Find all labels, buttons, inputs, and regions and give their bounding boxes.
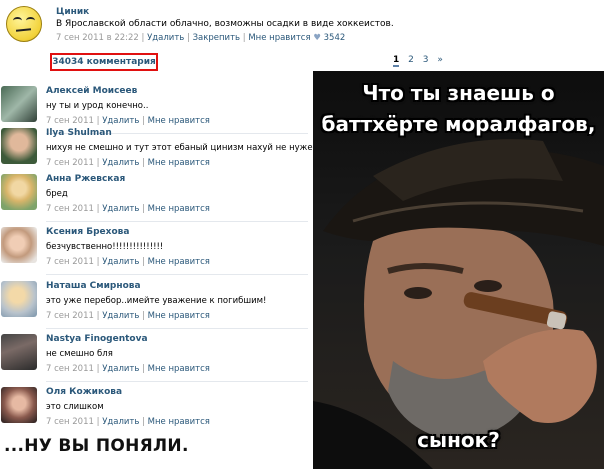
comment-meta: 7 сен 2011 | Удалить | Мне нравится bbox=[46, 417, 210, 427]
like-link[interactable]: Мне нравится bbox=[148, 158, 210, 168]
comment-author[interactable]: Ксения Брехова bbox=[46, 227, 129, 237]
comment-text: это уже перебор..имейте уважение к погиб… bbox=[46, 296, 267, 306]
post-text: В Ярославской области облачно, возможны … bbox=[56, 19, 394, 29]
divider bbox=[46, 274, 308, 275]
comment-date[interactable]: 7 сен 2011 bbox=[46, 417, 94, 427]
delete-link[interactable]: Удалить bbox=[102, 116, 139, 126]
delete-link[interactable]: Удалить bbox=[102, 204, 139, 214]
post-author[interactable]: Циник bbox=[56, 7, 89, 17]
comment-author[interactable]: Ilya Shulman bbox=[46, 128, 112, 138]
comment-meta: 7 сен 2011 | Удалить | Мне нравится bbox=[46, 311, 210, 321]
comment-text: не смешно бля bbox=[46, 349, 113, 359]
comment-meta: 7 сен 2011 | Удалить | Мне нравится bbox=[46, 158, 210, 168]
comment-date[interactable]: 7 сен 2011 bbox=[46, 311, 94, 321]
comment-meta: 7 сен 2011 | Удалить | Мне нравится bbox=[46, 257, 210, 267]
divider bbox=[46, 381, 308, 382]
meme-image: Что ты знаешь о баттхёрте моралфагов, сы… bbox=[313, 71, 604, 469]
avatar[interactable] bbox=[1, 174, 37, 210]
pagination: 1 2 3 » bbox=[393, 55, 449, 67]
next-page-link[interactable]: » bbox=[437, 55, 443, 65]
avatar[interactable] bbox=[1, 227, 37, 263]
avatar[interactable] bbox=[1, 281, 37, 317]
comment-author[interactable]: Nastya Finogentova bbox=[46, 334, 148, 344]
page-link-2[interactable]: 2 bbox=[408, 55, 414, 65]
post-date[interactable]: 7 сен 2011 в 22:22 bbox=[56, 33, 139, 43]
comment-text: это слишком bbox=[46, 402, 104, 412]
avatar[interactable] bbox=[1, 86, 37, 122]
wall-post: Циник В Ярославской области облачно, воз… bbox=[0, 0, 604, 52]
avatar[interactable] bbox=[1, 334, 37, 370]
comment-meta: 7 сен 2011 | Удалить | Мне нравится bbox=[46, 204, 210, 214]
comment-text: ну ты и урод конечно.. bbox=[46, 101, 149, 111]
like-link[interactable]: Мне нравится bbox=[148, 364, 210, 374]
avatar-eye bbox=[26, 17, 35, 24]
like-link[interactable]: Мне нравится bbox=[148, 257, 210, 267]
avatar-mouth bbox=[15, 28, 32, 32]
delete-link[interactable]: Удалить bbox=[102, 158, 139, 168]
comment-list: Алексей Моисеев ну ты и урод конечно.. 7… bbox=[0, 73, 322, 469]
page-link-3[interactable]: 3 bbox=[423, 55, 429, 65]
delete-link[interactable]: Удалить bbox=[102, 311, 139, 321]
avatar[interactable] bbox=[6, 6, 42, 42]
meme-bottom-text: сынок? bbox=[417, 428, 500, 452]
comment-author[interactable]: Алексей Моисеев bbox=[46, 86, 137, 96]
divider bbox=[46, 221, 308, 222]
heart-icon[interactable]: ♥ bbox=[313, 33, 321, 43]
divider bbox=[46, 328, 308, 329]
meme-top-text-2: баттхёрте моралфагов, bbox=[321, 112, 596, 136]
comment-author[interactable]: Анна Ржевская bbox=[46, 174, 125, 184]
comment-text: бред bbox=[46, 189, 68, 199]
comment-meta: 7 сен 2011 | Удалить | Мне нравится bbox=[46, 116, 210, 126]
comment-date[interactable]: 7 сен 2011 bbox=[46, 116, 94, 126]
meme-caption: ...НУ ВЫ ПОНЯЛИ. bbox=[4, 436, 189, 456]
like-link[interactable]: Мне нравится bbox=[148, 116, 210, 126]
like-count: 3542 bbox=[323, 33, 346, 43]
page-link-1[interactable]: 1 bbox=[393, 55, 400, 67]
like-link[interactable]: Мне нравится bbox=[148, 311, 210, 321]
post-meta: 7 сен 2011 в 22:22 | Удалить | Закрепить… bbox=[56, 33, 346, 43]
comment-author[interactable]: Оля Кожикова bbox=[46, 387, 122, 397]
meme-top-text-1: Что ты знаешь о bbox=[362, 81, 555, 105]
comments-counter[interactable]: 34034 комментария bbox=[50, 53, 158, 71]
avatar[interactable] bbox=[1, 387, 37, 423]
like-link[interactable]: Мне нравится bbox=[148, 204, 210, 214]
comment-text: нихуя не смешно и тут этот ебаный цинизм… bbox=[46, 143, 322, 153]
pin-link[interactable]: Закрепить bbox=[193, 33, 240, 43]
comment-date[interactable]: 7 сен 2011 bbox=[46, 158, 94, 168]
delete-link[interactable]: Удалить bbox=[102, 417, 139, 427]
comment-date[interactable]: 7 сен 2011 bbox=[46, 364, 94, 374]
delete-link[interactable]: Удалить bbox=[102, 364, 139, 374]
avatar[interactable] bbox=[1, 128, 37, 164]
delete-link[interactable]: Удалить bbox=[147, 33, 184, 43]
comment-text: безчувственно!!!!!!!!!!!!!!! bbox=[46, 242, 164, 252]
avatar-eye bbox=[13, 17, 22, 24]
comment-date[interactable]: 7 сен 2011 bbox=[46, 204, 94, 214]
comment-meta: 7 сен 2011 | Удалить | Мне нравится bbox=[46, 364, 210, 374]
comment-author[interactable]: Наташа Смирнова bbox=[46, 281, 141, 291]
delete-link[interactable]: Удалить bbox=[102, 257, 139, 267]
like-link[interactable]: Мне нравится bbox=[248, 33, 310, 43]
comment-date[interactable]: 7 сен 2011 bbox=[46, 257, 94, 267]
like-link[interactable]: Мне нравится bbox=[148, 417, 210, 427]
